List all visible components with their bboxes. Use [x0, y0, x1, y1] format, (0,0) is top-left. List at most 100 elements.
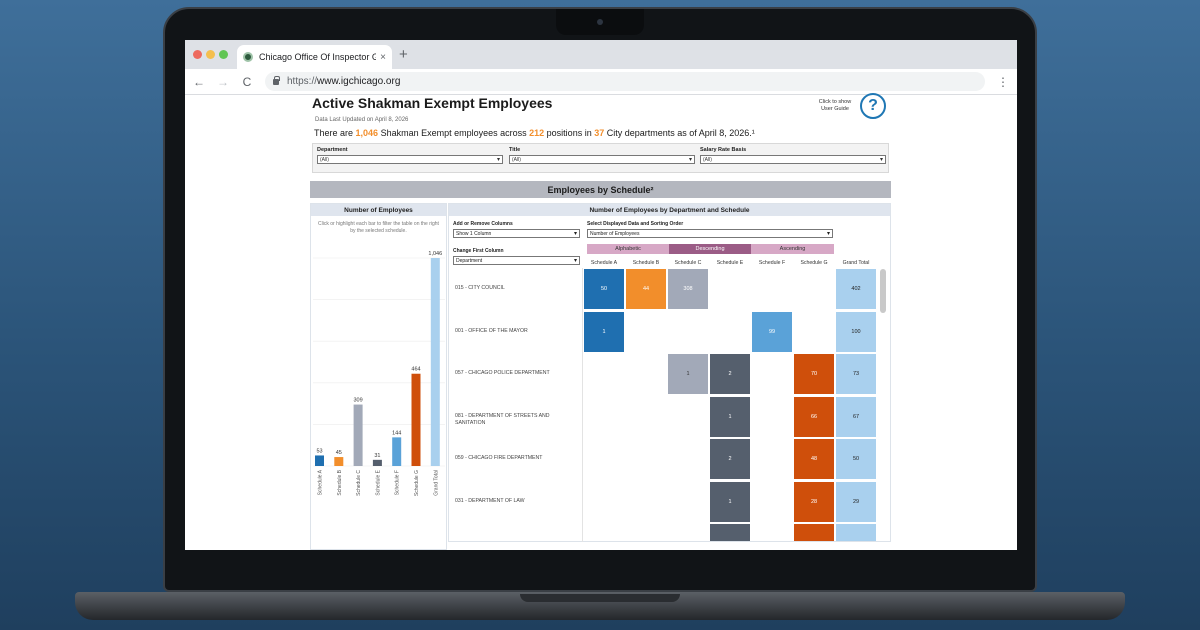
department-count: 37	[594, 128, 605, 138]
control-label: Add or Remove Columns	[453, 221, 513, 227]
bar-chart-title: Number of Employees	[311, 204, 446, 216]
bar-value-label: 31	[374, 453, 380, 459]
bar-value-label: 1,046	[428, 251, 442, 257]
control-label: Select Displayed Data and Sorting Order	[587, 221, 684, 227]
add-remove-columns-control: Add or Remove Columns Show 1 Column	[453, 221, 580, 238]
back-icon[interactable]: ←	[193, 75, 205, 89]
user-guide-label[interactable]: Click to show User Guide	[813, 99, 857, 113]
tab-close-icon[interactable]: ×	[380, 52, 386, 63]
sort-order-control: Select Displayed Data and Sorting Order …	[587, 221, 833, 238]
table-cell[interactable]: 1	[710, 481, 750, 522]
maximize-window-button[interactable]	[219, 50, 228, 59]
browser-toolbar: ← → C https:// www.igchicago.org ⋮	[185, 69, 1017, 95]
position-count: 212	[529, 128, 545, 138]
table-cell[interactable]	[836, 524, 876, 541]
table-cell[interactable]: 99	[752, 311, 792, 352]
title-select[interactable]: (All)	[509, 155, 695, 164]
forward-icon[interactable]: →	[217, 75, 229, 89]
column-header[interactable]: Schedule B	[625, 260, 667, 266]
column-header[interactable]: Schedule A	[583, 260, 625, 266]
bar-category-label: Schedule F	[395, 470, 401, 495]
department-select[interactable]: (All)	[317, 155, 503, 164]
sort-alphabetic-button[interactable]: Alphabetic	[587, 244, 669, 254]
title-filter: Title (All)	[509, 147, 695, 164]
bar-schedule-g[interactable]	[411, 373, 421, 466]
row-label[interactable]: 081 - DEPARTMENT OF STREETS AND SANITATI…	[455, 413, 575, 427]
row-label[interactable]: 059 - CHICAGO FIRE DEPARTMENT	[455, 455, 575, 462]
bar-value-label: 464	[411, 367, 420, 373]
table-cell[interactable]: 70	[794, 354, 834, 394]
close-window-button[interactable]	[193, 50, 202, 59]
table-divider	[582, 268, 583, 542]
summary-pre: There are	[314, 128, 356, 138]
table-cell[interactable]: 50	[836, 439, 876, 479]
last-updated: Data Last Updated on April 8, 2026	[315, 117, 409, 123]
table-cell[interactable]: 2	[710, 439, 750, 479]
first-column-control: Change First Column Department	[453, 248, 580, 265]
table-cell[interactable]: 73	[836, 354, 876, 394]
column-header[interactable]: Schedule G	[793, 260, 835, 266]
table-cell[interactable]	[710, 524, 750, 541]
filter-label: Salary Rate Basis	[700, 147, 747, 153]
bar-value-label: 144	[392, 430, 401, 436]
table-scrollbar[interactable]	[880, 269, 886, 313]
sort-ascending-button[interactable]: Ascending	[751, 244, 834, 254]
bar-schedule-b[interactable]	[334, 457, 344, 466]
table-cell[interactable]: 67	[836, 396, 876, 437]
sort-descending-button[interactable]: Descending	[669, 244, 751, 254]
summary-mid1: Shakman Exempt employees across	[378, 128, 530, 138]
column-header[interactable]: Schedule C	[667, 260, 709, 266]
table-cell[interactable]: 29	[836, 481, 876, 522]
bar-grand-total[interactable]	[430, 258, 440, 466]
bar-value-label: 309	[354, 398, 363, 404]
section-title: Employees by Schedule²	[310, 181, 891, 198]
row-label[interactable]: 015 - CITY COUNCIL	[455, 285, 575, 292]
salary-filter: Salary Rate Basis (All)	[700, 147, 886, 164]
browser-tab[interactable]: Chicago Office Of Inspector General ×	[237, 45, 392, 69]
summary-post: City departments as of April 8, 2026.¹	[604, 128, 755, 138]
sort-order-select[interactable]: Number of Employees	[587, 229, 833, 238]
table-title: Number of Employees by Department and Sc…	[449, 204, 890, 216]
summary-mid2: positions in	[544, 128, 595, 138]
browser-menu-icon[interactable]: ⋮	[997, 75, 1009, 89]
table-cell[interactable]: 100	[836, 311, 876, 352]
column-header[interactable]: Grand Total	[835, 260, 877, 266]
table-cell[interactable]: 44	[626, 269, 666, 309]
table-cell[interactable]: 2	[710, 354, 750, 394]
table-cell[interactable]: 1	[584, 311, 624, 352]
bar-schedule-e[interactable]	[372, 459, 382, 466]
control-label: Change First Column	[453, 248, 504, 254]
bar-schedule-f[interactable]	[392, 437, 402, 466]
bar-schedule-a[interactable]	[315, 455, 324, 466]
filter-bar: Department (All) Title (All) Salary Rate…	[312, 143, 889, 173]
help-icon[interactable]: ?	[860, 93, 886, 119]
reload-icon[interactable]: C	[241, 75, 253, 89]
table-cell[interactable]: 1	[668, 354, 708, 394]
column-header[interactable]: Schedule F	[751, 260, 793, 266]
minimize-window-button[interactable]	[206, 50, 215, 59]
table-cell[interactable]: 308	[668, 269, 708, 309]
bar-category-label: Schedule G	[414, 470, 420, 496]
table-cell[interactable]: 66	[794, 396, 834, 437]
bar-category-label: Schedule E	[375, 469, 381, 495]
tab-bar: Chicago Office Of Inspector General × +	[185, 40, 1017, 69]
employee-count: 1,046	[355, 128, 379, 138]
add-remove-columns-select[interactable]: Show 1 Column	[453, 229, 580, 238]
new-tab-button[interactable]: +	[399, 46, 408, 63]
row-label[interactable]: 001 - OFFICE OF THE MAYOR	[455, 328, 575, 335]
bar-schedule-c[interactable]	[353, 404, 363, 466]
salary-select[interactable]: (All)	[700, 155, 886, 164]
url-scheme: https://	[287, 76, 318, 87]
table-cell[interactable]: 50	[584, 269, 624, 309]
table-cell[interactable]: 402	[836, 269, 876, 309]
column-header[interactable]: Schedule E	[709, 260, 751, 266]
address-bar[interactable]: https:// www.igchicago.org	[265, 72, 985, 91]
row-label[interactable]: 057 - CHICAGO POLICE DEPARTMENT	[455, 370, 575, 377]
table-cell[interactable]: 28	[794, 481, 834, 522]
first-column-select[interactable]: Department	[453, 256, 580, 265]
bar-category-label: Schedule C	[356, 470, 362, 496]
row-label[interactable]: 031 - DEPARTMENT OF LAW	[455, 498, 575, 505]
table-cell[interactable]: 1	[710, 396, 750, 437]
table-cell[interactable]	[794, 524, 834, 541]
table-cell[interactable]: 48	[794, 439, 834, 479]
